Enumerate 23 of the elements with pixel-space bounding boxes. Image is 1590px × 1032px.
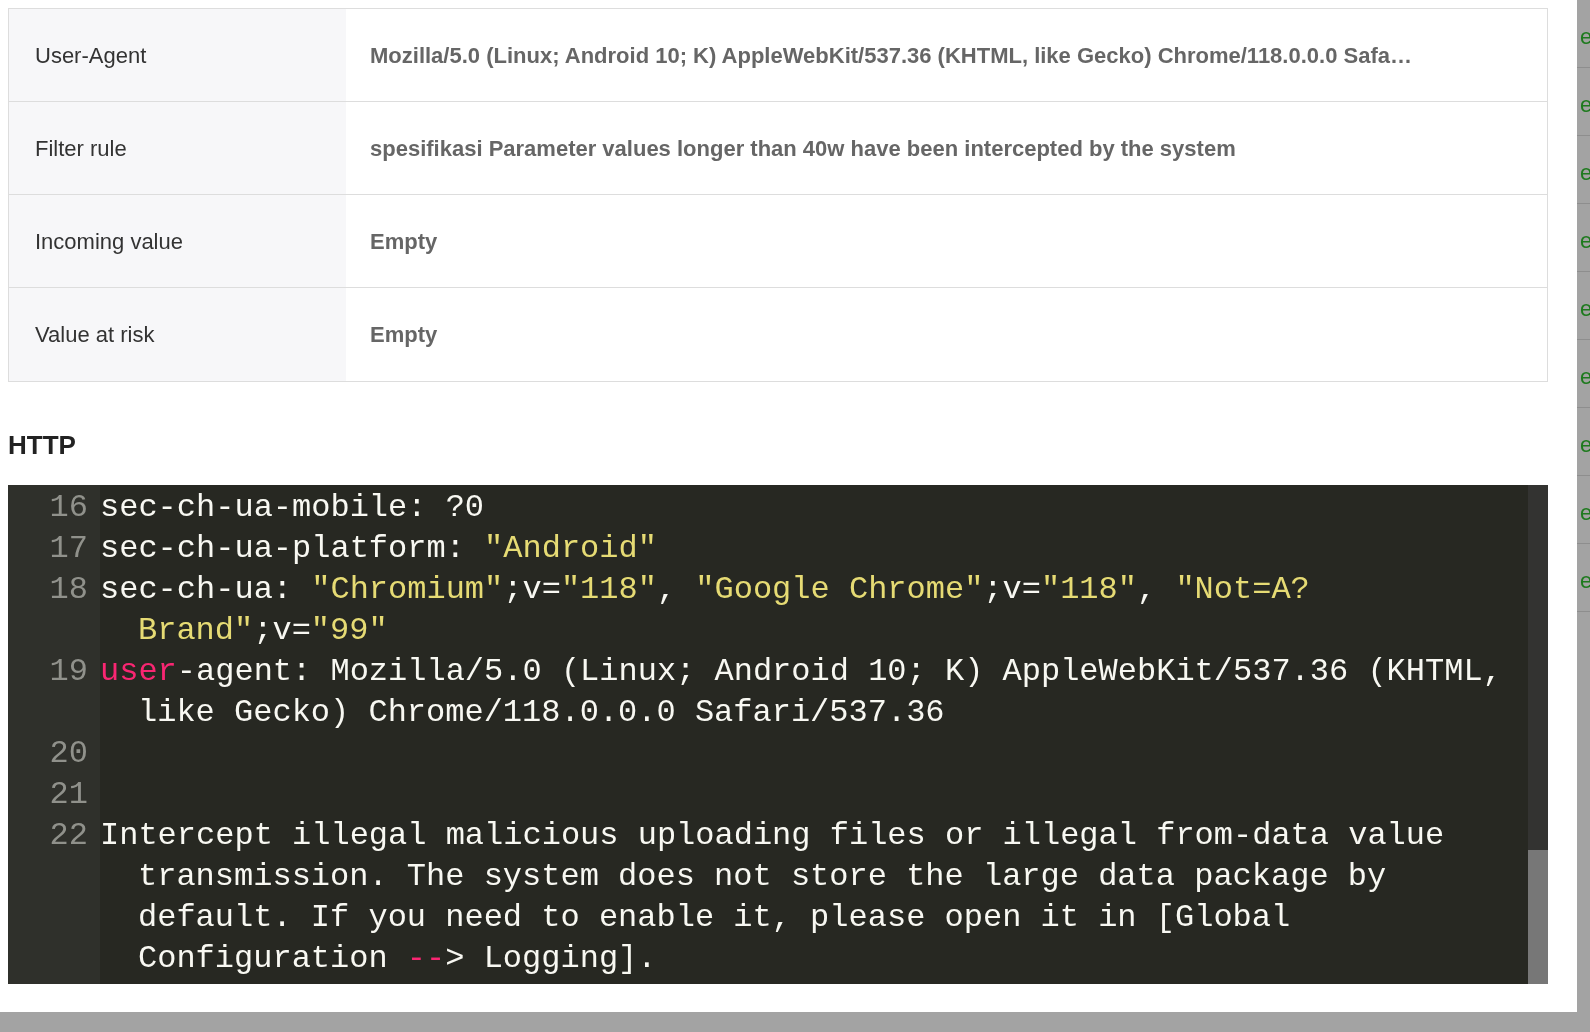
field-value: spesifikasi Parameter values longer than 40w have been intercepted by the system bbox=[370, 134, 1236, 163]
code-line: sec-ch-ua-mobile: ?0 bbox=[100, 489, 485, 526]
field-label: Filter rule bbox=[35, 134, 127, 163]
line-number: 21 bbox=[49, 776, 88, 813]
field-value: Mozilla/5.0 (Linux; Android 10; K) AppleWebKit/537.36 (KHTML, like Gecko) Chrome/118.0.0.0 Safa… bbox=[370, 41, 1412, 70]
code-line: sec-ch-ua: "Chromium";v="118", "Google Chrome";v="118", "Not=A?Brand";v="99" bbox=[100, 571, 1310, 649]
field-label: Value at risk bbox=[35, 321, 155, 349]
line-number: 18 bbox=[49, 571, 88, 608]
field-label: User-Agent bbox=[35, 41, 147, 70]
scrollbar[interactable] bbox=[1528, 485, 1548, 984]
scrollbar-thumb[interactable] bbox=[1528, 850, 1548, 984]
code-line: user-agent: Mozilla/5.0 (Linux; Android 10; K) AppleWebKit/537.36 (KHTML, like Gecko) Chrome/118.0.0.0 Safari/537.36 bbox=[100, 653, 1503, 731]
code-line: Intercept illegal malicious uploading files or illegal from-data value transmission. The system does not store the large data package by default. If you need to enable it, please open it in [Global Configuration --> Logging]. bbox=[100, 817, 1446, 977]
section-heading: HTTP bbox=[8, 429, 77, 462]
field-value: Empty bbox=[370, 321, 438, 349]
line-number: 19 bbox=[49, 653, 88, 690]
field-label: Incoming value bbox=[35, 227, 183, 256]
code-line: sec-ch-ua-platform: "Android" bbox=[100, 530, 657, 567]
line-number: 20 bbox=[49, 735, 88, 772]
field-value: Empty bbox=[370, 227, 438, 256]
line-number: 16 bbox=[49, 489, 88, 526]
line-number: 22 bbox=[49, 817, 88, 854]
line-number: 17 bbox=[49, 530, 88, 567]
